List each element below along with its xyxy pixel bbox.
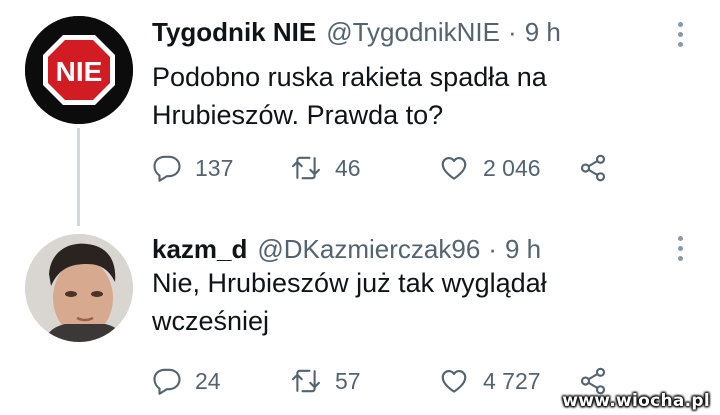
tweet-actions: 137 46 2 046 — [152, 151, 672, 185]
timestamp[interactable]: 9 h — [505, 231, 541, 267]
speech-bubble-icon — [153, 155, 181, 182]
user-handle[interactable]: @DKazmierczak96 — [257, 231, 480, 267]
thread-line — [77, 128, 80, 226]
reply-count: 137 — [195, 154, 234, 181]
avatar-logo-text: NIE — [56, 56, 103, 87]
reply-button[interactable]: 137 — [152, 151, 233, 185]
reply-count: 24 — [195, 367, 221, 394]
retweet-button[interactable]: 46 — [290, 151, 361, 185]
share-nodes-icon — [580, 154, 606, 182]
tweet-text: Nie, Hrubieszów już tak wyglądał wcześni… — [152, 268, 547, 336]
like-button[interactable]: 2 046 — [438, 151, 541, 185]
retweet-count: 57 — [335, 367, 361, 394]
heart-icon — [441, 156, 467, 180]
stop-sign-logo: NIE — [25, 16, 133, 124]
retweet-count: 46 — [335, 154, 361, 181]
like-count: 4 727 — [483, 367, 541, 394]
timestamp[interactable]: 9 h — [525, 14, 561, 50]
like-count: 2 046 — [483, 154, 541, 181]
user-photo — [25, 234, 133, 342]
separator: · — [508, 17, 517, 47]
speech-bubble-icon — [153, 368, 181, 395]
user-handle[interactable]: @TygodnikNIE — [326, 14, 500, 50]
tweet[interactable]: NIE Tygodnik NIE @TygodnikNIE · 9 h Podo… — [0, 0, 720, 226]
tweet-header: Tygodnik NIE @TygodnikNIE · 9 h — [152, 14, 561, 50]
retweet-arrows-icon — [292, 369, 320, 393]
tweet-header: kazm_d @DKazmierczak96 · 9 h — [152, 231, 541, 267]
reply-button[interactable]: 24 — [152, 364, 221, 398]
tweet[interactable]: kazm_d @DKazmierczak96 · 9 h Nie, Hrubie… — [0, 222, 720, 415]
avatar[interactable]: NIE — [25, 16, 133, 124]
tweet-text: Podobno ruska rakieta spadła na Hrubiesz… — [152, 62, 547, 130]
retweet-arrows-icon — [292, 156, 320, 180]
like-button[interactable]: 4 727 — [438, 364, 541, 398]
avatar[interactable] — [25, 234, 133, 342]
heart-icon — [441, 369, 467, 393]
retweet-button[interactable]: 57 — [290, 364, 361, 398]
separator: · — [488, 234, 497, 264]
share-button[interactable] — [578, 151, 608, 185]
display-name[interactable]: kazm_d — [152, 231, 247, 267]
more-options-icon[interactable] — [676, 22, 684, 47]
watermark: www.wiocha.pl — [562, 391, 710, 411]
display-name[interactable]: Tygodnik NIE — [152, 14, 316, 50]
more-options-icon[interactable] — [676, 236, 684, 261]
